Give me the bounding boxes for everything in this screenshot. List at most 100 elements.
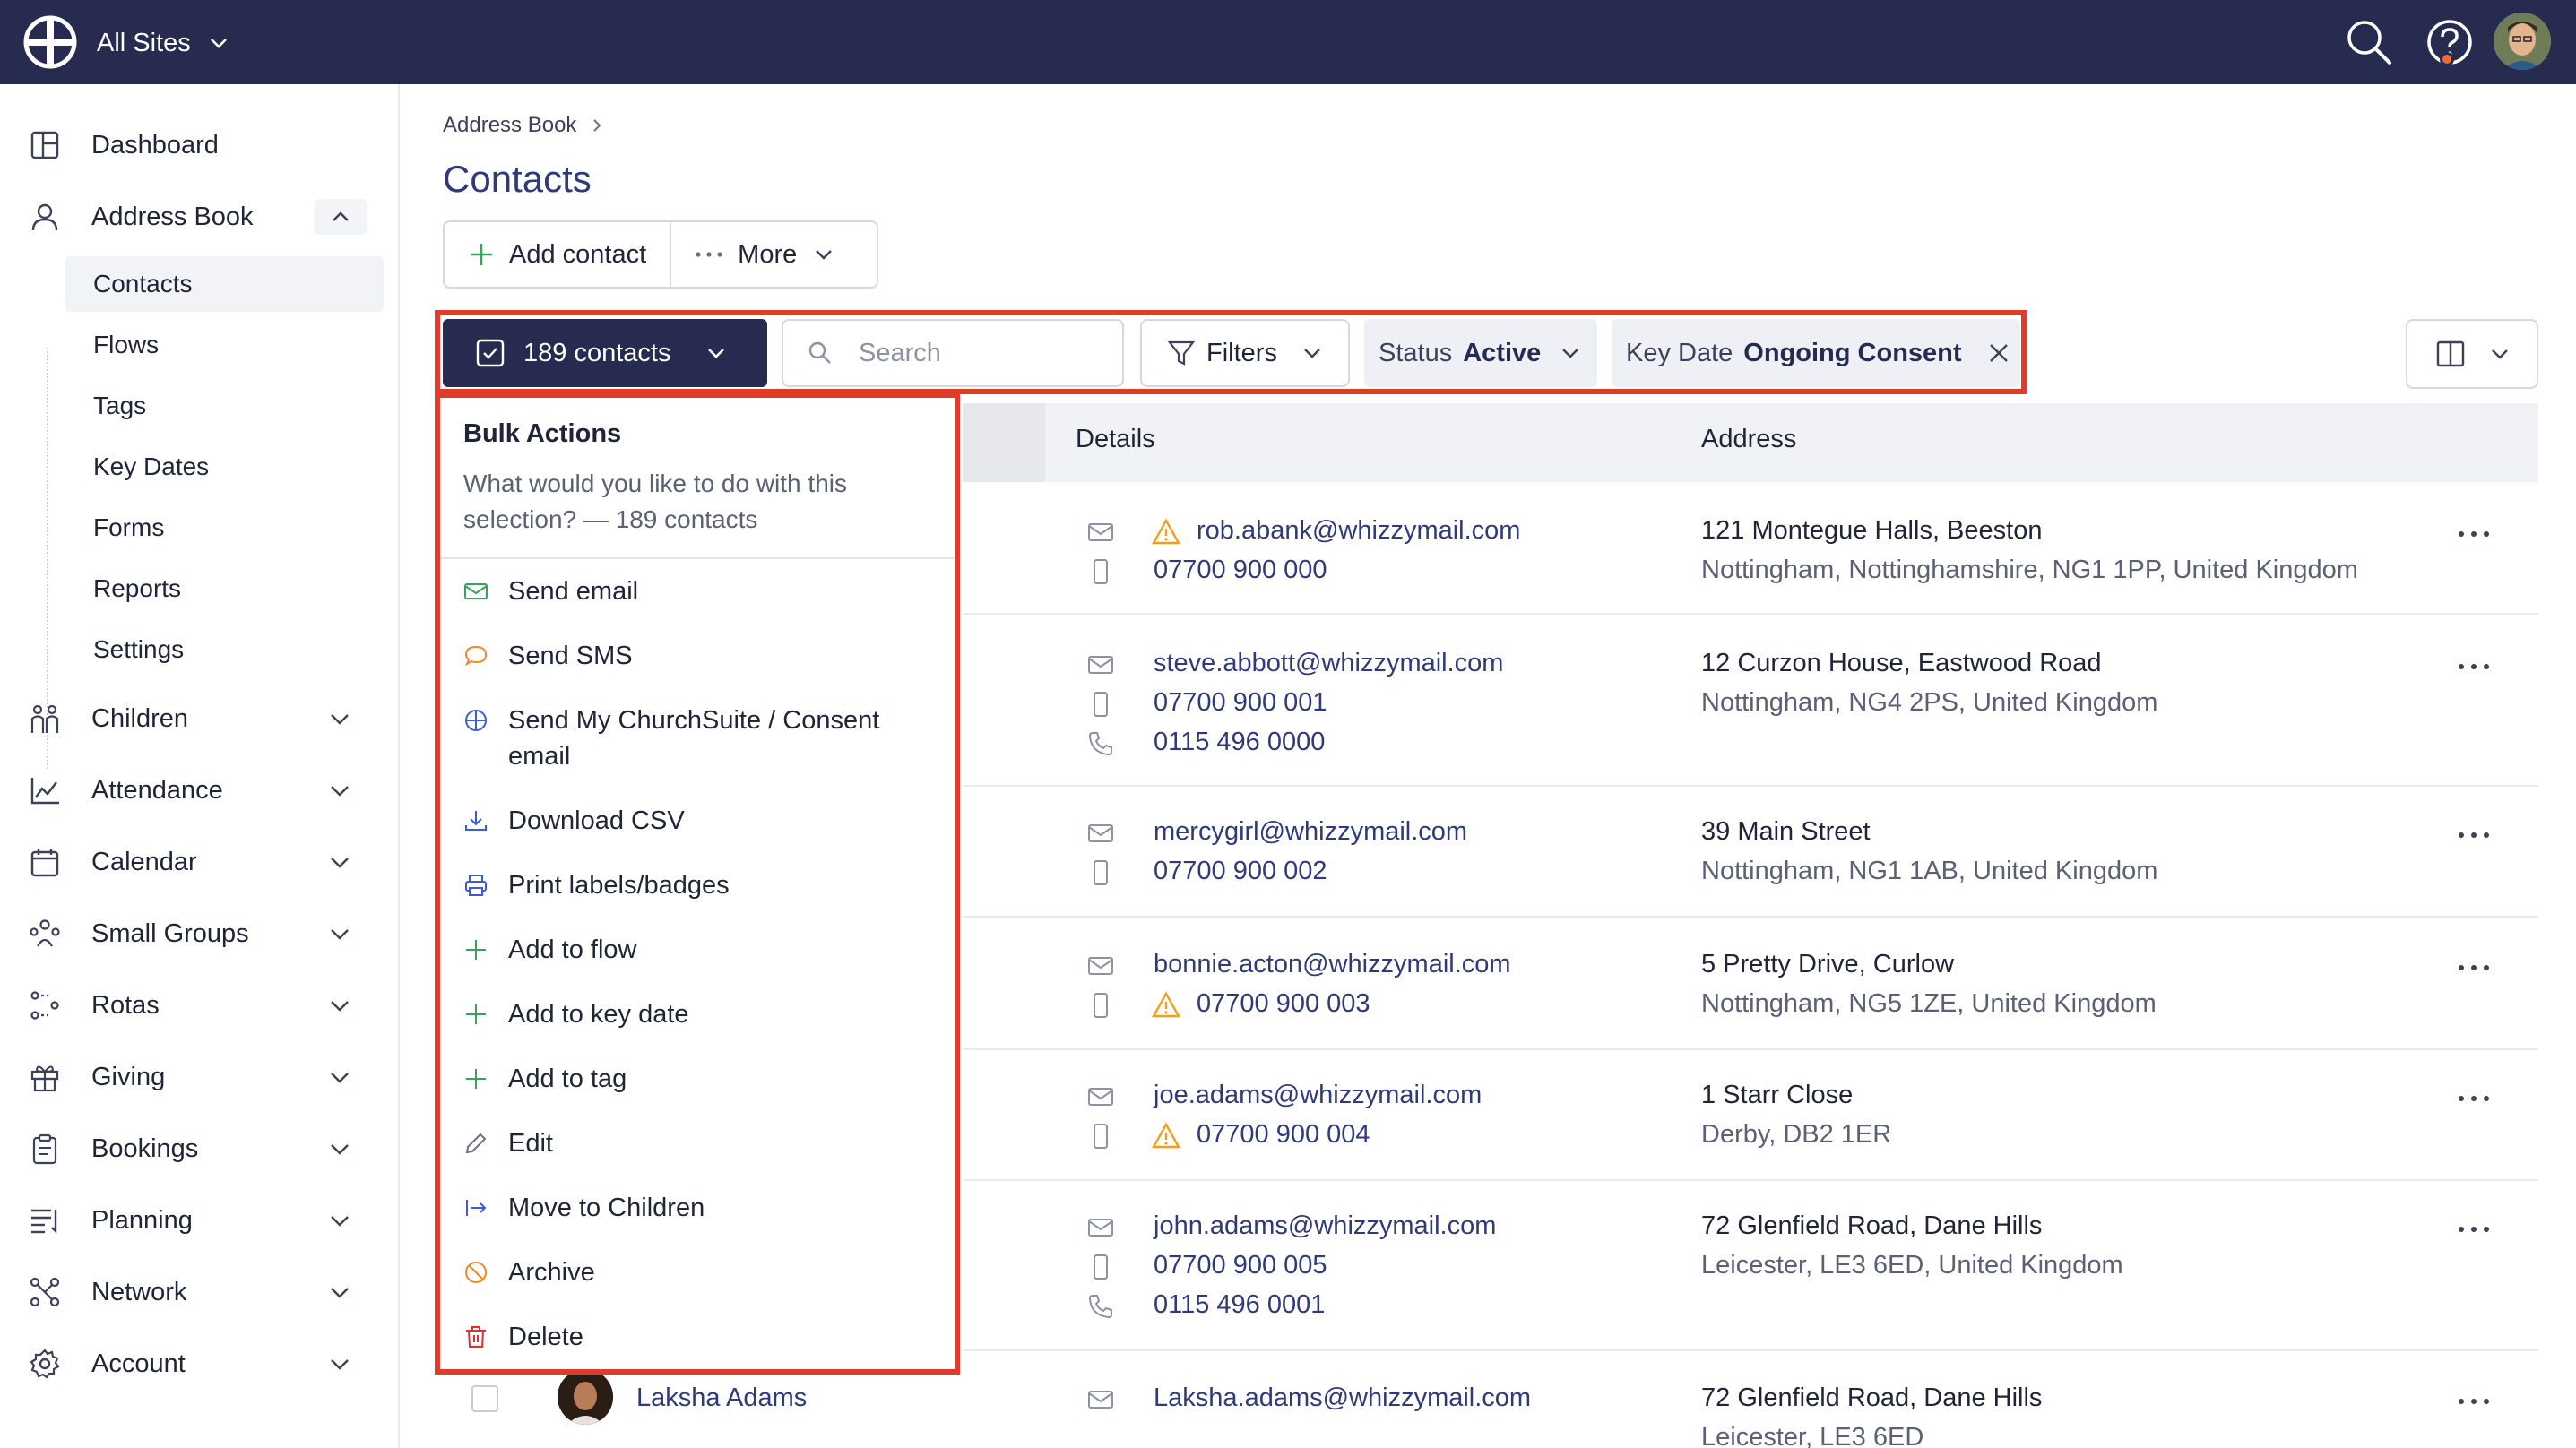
bulk-send-sms[interactable]: Send SMS bbox=[463, 638, 938, 674]
mail-icon bbox=[1088, 824, 1113, 842]
row-actions-icon[interactable] bbox=[2456, 658, 2492, 676]
groups-icon bbox=[30, 919, 60, 947]
mail-icon bbox=[464, 583, 488, 599]
sidebar-item-label: Small Groups bbox=[91, 918, 249, 948]
bulk-print-labels[interactable]: Print labels/badges bbox=[463, 867, 938, 903]
bulk-actions-title: Bulk Actions bbox=[463, 419, 622, 448]
contact-email-link[interactable]: Laksha.adams@whizzymail.com bbox=[1154, 1383, 1531, 1413]
bulk-send-email[interactable]: Send email bbox=[463, 573, 938, 609]
sidebar-item-small-groups[interactable]: Small Groups bbox=[0, 907, 400, 961]
table-row[interactable]: rob.abank@whizzymail.com 07700 900 000 1… bbox=[963, 482, 2538, 615]
row-actions-icon[interactable] bbox=[2456, 826, 2492, 844]
more-label: More bbox=[738, 239, 798, 269]
pencil-icon bbox=[465, 1133, 487, 1154]
header-spacer bbox=[963, 403, 1045, 482]
contact-mobile-link[interactable]: 07700 900 004 bbox=[1197, 1120, 1370, 1150]
logo-icon[interactable] bbox=[23, 15, 77, 69]
bulk-edit[interactable]: Edit bbox=[463, 1125, 938, 1161]
row-actions-icon[interactable] bbox=[2456, 1090, 2492, 1108]
sidebar-item-bookings[interactable]: Bookings bbox=[0, 1122, 400, 1176]
table-row[interactable]: bonnie.acton@whizzymail.com 07700 900 00… bbox=[963, 918, 2538, 1050]
sidebar-item-network[interactable]: Network bbox=[0, 1265, 400, 1319]
address-line-1: 1 Starr Close bbox=[1701, 1081, 1854, 1109]
gear-icon bbox=[30, 1349, 60, 1379]
bulk-add-to-tag[interactable]: Add to tag bbox=[463, 1061, 938, 1097]
warning-icon bbox=[1152, 518, 1180, 545]
contact-mobile-link[interactable]: 07700 900 001 bbox=[1154, 688, 1327, 718]
sidebar-subitem-key-dates[interactable]: Key Dates bbox=[65, 439, 384, 495]
gift-icon bbox=[30, 1065, 59, 1092]
sidebar-item-address-book[interactable]: Address Book bbox=[0, 190, 400, 244]
contact-phone-link[interactable]: 0115 496 0000 bbox=[1154, 728, 1325, 757]
bulk-download-csv[interactable]: Download CSV bbox=[463, 803, 938, 839]
phone-icon bbox=[1088, 732, 1112, 756]
sidebar-subitem-settings[interactable]: Settings bbox=[65, 622, 384, 677]
contact-email-link[interactable]: john.adams@whizzymail.com bbox=[1154, 1211, 1496, 1241]
bulk-item-label: Send SMS bbox=[508, 642, 633, 670]
contact-email-link[interactable]: rob.abank@whizzymail.com bbox=[1197, 516, 1520, 546]
mobile-icon bbox=[1094, 559, 1108, 584]
collapse-toggle[interactable] bbox=[314, 199, 367, 235]
address-line-1: 121 Montegue Halls, Beeston bbox=[1701, 516, 2043, 545]
contact-mobile-link[interactable]: 07700 900 002 bbox=[1154, 857, 1327, 886]
divider bbox=[440, 557, 955, 559]
column-view-button[interactable] bbox=[2406, 319, 2538, 389]
search-icon[interactable] bbox=[2343, 16, 2395, 68]
sidebar-subitem-forms[interactable]: Forms bbox=[65, 500, 384, 556]
avatar[interactable] bbox=[2494, 13, 2551, 70]
bulk-send-consent-email[interactable]: Send My ChurchSuite / Consent email bbox=[463, 702, 938, 774]
bulk-delete[interactable]: Delete bbox=[463, 1319, 938, 1355]
mail-icon bbox=[1088, 523, 1113, 541]
sidebar-subitem-tags[interactable]: Tags bbox=[65, 378, 384, 434]
sidebar-item-giving[interactable]: Giving bbox=[0, 1050, 400, 1104]
contact-email-link[interactable]: mercygirl@whizzymail.com bbox=[1154, 817, 1467, 847]
sidebar-item-account[interactable]: Account bbox=[0, 1337, 400, 1391]
column-header-address[interactable]: Address bbox=[1701, 425, 1796, 454]
notification-dot bbox=[2440, 52, 2454, 66]
table-row[interactable]: joe.adams@whizzymail.com 07700 900 004 1… bbox=[963, 1050, 2538, 1181]
sidebar-subitem-reports[interactable]: Reports bbox=[65, 561, 384, 616]
sidebar-item-children[interactable]: Children bbox=[0, 692, 400, 746]
contact-email-link[interactable]: bonnie.acton@whizzymail.com bbox=[1154, 950, 1511, 979]
sidebar-item-attendance[interactable]: Attendance bbox=[0, 763, 400, 817]
bulk-item-label: Archive bbox=[508, 1258, 595, 1287]
site-switcher[interactable]: All Sites bbox=[97, 25, 230, 61]
more-button[interactable]: More bbox=[671, 222, 860, 287]
contact-email-link[interactable]: joe.adams@whizzymail.com bbox=[1154, 1081, 1482, 1110]
row-actions-icon[interactable] bbox=[2456, 1220, 2492, 1238]
mobile-icon bbox=[1094, 993, 1108, 1018]
bulk-move-to-children[interactable]: Move to Children bbox=[463, 1190, 938, 1226]
sidebar-item-rotas[interactable]: Rotas bbox=[0, 978, 400, 1032]
contact-phone-link[interactable]: 0115 496 0001 bbox=[1154, 1290, 1325, 1320]
table-row[interactable]: steve.abbott@whizzymail.com 07700 900 00… bbox=[963, 615, 2538, 787]
sidebar-item-label: Planning bbox=[91, 1205, 193, 1235]
chevron-down-icon bbox=[331, 1144, 349, 1155]
breadcrumb-link-address-book[interactable]: Address Book bbox=[443, 113, 576, 138]
table-row[interactable]: mercygirl@whizzymail.com 07700 900 002 3… bbox=[963, 787, 2538, 918]
contact-mobile-link[interactable]: 07700 900 003 bbox=[1197, 989, 1370, 1019]
move-icon bbox=[466, 1200, 487, 1216]
row-checkbox[interactable] bbox=[471, 1385, 498, 1412]
sidebar-item-dashboard[interactable]: Dashboard bbox=[0, 118, 400, 172]
chevron-up-icon bbox=[333, 211, 349, 221]
sidebar-subitem-flows[interactable]: Flows bbox=[65, 317, 384, 373]
contact-email-link[interactable]: steve.abbott@whizzymail.com bbox=[1154, 649, 1503, 678]
row-actions-icon[interactable] bbox=[2456, 959, 2492, 977]
row-actions-icon[interactable] bbox=[2456, 525, 2492, 543]
address-line-2: Nottingham, NG4 2PS, United Kingdom bbox=[1701, 688, 2158, 717]
bulk-archive[interactable]: Archive bbox=[463, 1254, 938, 1290]
bulk-add-to-flow[interactable]: Add to flow bbox=[463, 932, 938, 968]
sidebar-item-planning[interactable]: Planning bbox=[0, 1194, 400, 1247]
mail-icon bbox=[1088, 1219, 1113, 1237]
contact-name-link[interactable]: Laksha Adams bbox=[636, 1383, 807, 1413]
column-header-details[interactable]: Details bbox=[1076, 425, 1155, 454]
sidebar-subitem-contacts[interactable]: Contacts bbox=[65, 256, 384, 312]
contact-mobile-link[interactable]: 07700 900 000 bbox=[1154, 556, 1327, 585]
sidebar-item-calendar[interactable]: Calendar bbox=[0, 835, 400, 889]
rotas-icon bbox=[30, 991, 59, 1020]
table-row[interactable]: john.adams@whizzymail.com 07700 900 005 … bbox=[963, 1181, 2538, 1351]
add-contact-button[interactable]: Add contact bbox=[445, 222, 670, 287]
contact-mobile-link[interactable]: 07700 900 005 bbox=[1154, 1251, 1327, 1280]
row-actions-icon[interactable] bbox=[2456, 1392, 2492, 1410]
bulk-add-to-key-date[interactable]: Add to key date bbox=[463, 996, 938, 1032]
